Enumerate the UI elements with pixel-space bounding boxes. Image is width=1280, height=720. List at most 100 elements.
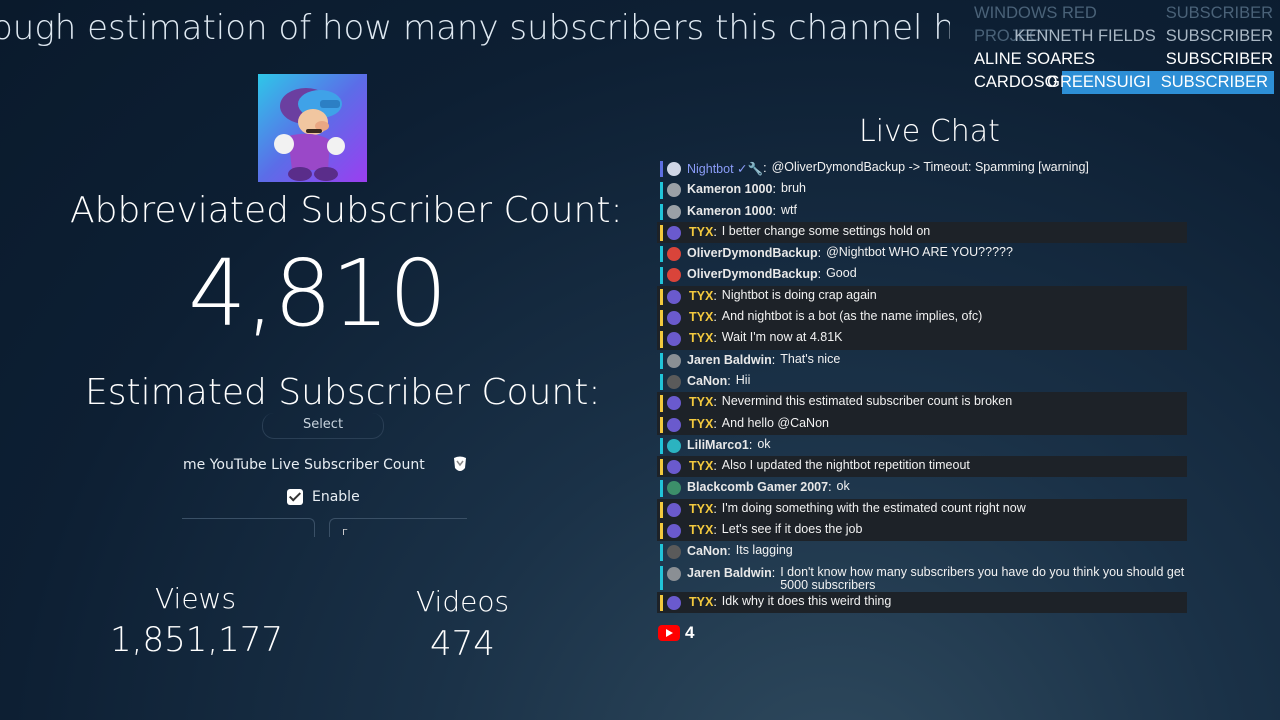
badge-icon [454,456,466,471]
chat-separator: : [713,416,717,431]
chat-author[interactable]: TYX [689,595,713,609]
chat-text: Also I updated the nightbot repetition t… [721,458,970,473]
chat-message: CaNon: Its lagging [657,541,1187,562]
user-avatar-icon [667,524,681,539]
live-chat-title: Live Chat [859,114,1000,149]
enable-checkbox[interactable] [287,489,303,505]
user-avatar-icon [667,268,681,283]
ticker-text: ough estimation of how many subscribers … [0,8,950,48]
user-avatar-icon [667,311,681,326]
chat-message: TYX: And hello @CaNon [657,413,1187,435]
viewer-count: 4 [685,623,695,642]
user-avatar-icon [667,438,681,453]
chat-separator: : [713,523,717,538]
chat-separator: : [772,203,776,218]
chat-separator: : [713,395,717,410]
chat-text: Nightbot is doing crap again [721,287,877,302]
user-avatar-icon [667,481,681,496]
user-avatar-icon [667,204,681,219]
chat-message: TYX: Nevermind this estimated subscriber … [657,392,1187,414]
chat-author[interactable]: Kameron 1000 [687,204,772,218]
user-avatar-icon [667,417,681,432]
abbreviated-subscriber-count: 4,810 [188,240,447,347]
recent-subscriber-row-highlighted: GREENSUIGI SUBSCRIBER [1047,71,1274,94]
chat-author[interactable]: CaNon [687,544,727,558]
chat-separator: : [713,501,717,516]
chat-message: Jaren Baldwin: I don't know how many subs… [657,563,1187,592]
chat-text: Wait I'm now at 4.81K [721,330,843,345]
chat-message: CaNon: Hii [657,371,1187,392]
text-input[interactable] [182,518,315,537]
scrolling-ticker: ough estimation of how many subscribers … [0,8,950,52]
chat-author[interactable]: Blackcomb Gamer 2007 [687,480,828,494]
chat-separator: : [713,594,717,609]
videos-label: Videos [416,585,510,618]
chat-message: LiliMarco1: ok [657,435,1187,456]
subscriber-tag: SUBSCRIBER [1165,4,1273,22]
chat-separator: : [713,288,717,303]
input-value: г [342,525,348,538]
chat-separator: : [713,224,717,239]
chat-author[interactable]: OliverDymondBackup [687,267,818,281]
user-avatar-icon [667,183,681,198]
chat-text: Let's see if it does the job [721,522,863,537]
chat-message: Blackcomb Gamer 2007: ok [657,477,1187,498]
chat-message: TYX: And nightbot is a bot (as the name i… [657,307,1187,329]
chat-text: Hii [735,372,751,387]
chat-author[interactable]: Jaren Baldwin [687,566,772,580]
chat-author[interactable]: TYX [689,331,713,345]
chat-text: And nightbot is a bot (as the name impli… [721,309,983,324]
chat-text: And hello @CaNon [721,415,829,430]
chat-text: I'm doing something with the estimated c… [721,500,1026,515]
chat-separator: : [817,246,822,261]
chat-author[interactable]: TYX [689,502,713,516]
chat-author[interactable]: TYX [689,289,713,303]
select-button[interactable]: Select [262,413,384,439]
subscriber-tag: SUBSCRIBER [1165,50,1273,68]
chat-author[interactable]: TYX [689,395,713,409]
user-avatar-icon [667,566,681,581]
recent-subscriber-row: WINDOWS RED PROJECT SUBSCRIBER [964,2,1274,45]
chat-message: TYX: Also I updated the nightbot repetiti… [657,456,1187,478]
chat-message: Kameron 1000: wtf [657,201,1187,222]
recent-subscriber-row: ALINE SOARES CARDOSO SUBSCRIBER [964,48,1274,91]
user-avatar-icon [667,374,681,389]
user-avatar-icon [667,595,681,610]
chat-message: TYX: I'm doing something with the estimat… [657,498,1187,521]
subscriber-name: KENNETH FIELDS [1014,27,1156,45]
chat-author[interactable]: Kameron 1000 [687,182,772,196]
chat-author[interactable]: TYX [689,417,713,431]
chat-author[interactable]: Nightbot ✓🔧 [687,161,763,177]
widget-title: me YouTube Live Subscriber Count [183,457,425,473]
user-avatar-icon [667,545,681,560]
subscriber-tag: SUBSCRIBER [1165,27,1273,45]
chat-author[interactable]: TYX [689,310,713,324]
chat-author[interactable]: LiliMarco1 [687,438,749,452]
views-count: 1,851,177 [110,620,284,660]
chat-message: TYX: I better change some settings hold o… [657,221,1187,244]
user-avatar-icon [667,396,681,411]
chat-author[interactable]: TYX [689,225,713,239]
chat-text: ok [836,479,850,494]
live-chat-list[interactable]: Nightbot ✓🔧: @OliverDymondBackup -> Timeo… [657,154,1187,618]
chat-author[interactable]: OliverDymondBackup [687,246,818,260]
chat-author[interactable]: TYX [689,523,713,537]
chat-author[interactable]: CaNon [687,374,727,388]
chat-separator: : [748,437,753,452]
chat-text: Idk why it does this weird thing [721,593,892,608]
chat-message: TYX: Idk why it does this weird thing [657,591,1187,613]
chat-text: I don't know how many subscribers you ha… [780,564,1185,592]
chat-separator: : [828,480,832,495]
chat-separator: : [763,161,767,175]
chat-separator: : [727,373,731,388]
text-input[interactable]: г [329,518,467,538]
chat-message: TYX: Wait I'm now at 4.81K [657,328,1187,350]
youtube-logo-icon [658,625,680,641]
chat-text: That's nice [780,351,841,366]
chat-author[interactable]: TYX [689,459,713,473]
chat-author[interactable]: Jaren Baldwin [687,353,772,367]
chat-message: Jaren Baldwin: That's nice [657,350,1187,371]
enable-toggle-row[interactable]: Enable [287,489,360,505]
chat-separator: : [771,565,776,580]
mario-character-icon [274,88,345,181]
